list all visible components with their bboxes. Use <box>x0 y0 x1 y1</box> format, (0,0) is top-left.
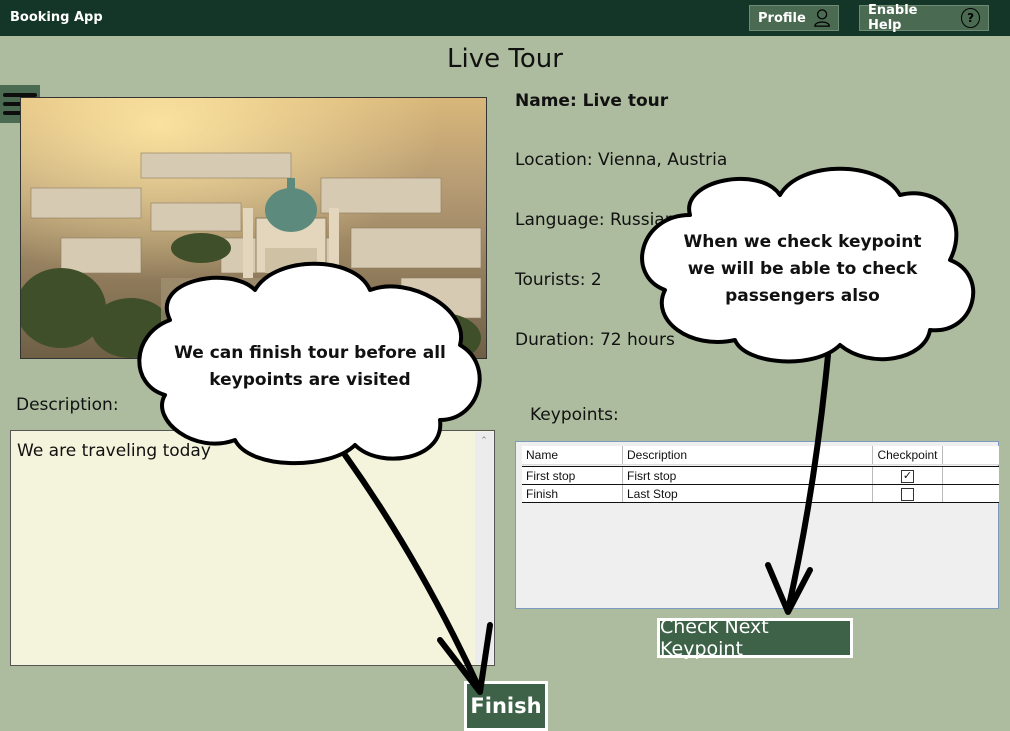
scroll-up-icon[interactable]: ⌃ <box>475 436 493 446</box>
tour-language: Language: Russian <box>515 210 676 230</box>
left-annotation-text: We can finish tour before all keypoints … <box>174 343 446 390</box>
keypoints-table: Name Description Checkpoint First stop F… <box>515 441 999 609</box>
column-header-name[interactable]: Name <box>522 446 623 464</box>
description-scrollbar[interactable]: ⌃ ⌄ <box>475 432 493 664</box>
keypoint-description: Fisrt stop <box>623 467 873 484</box>
user-icon <box>814 9 830 27</box>
table-header: Name Description Checkpoint <box>522 446 999 465</box>
keypoint-description: Last Stop <box>623 485 873 502</box>
app-title: Booking App <box>10 10 103 25</box>
tour-duration: Duration: 72 hours <box>515 330 675 350</box>
right-annotation-text: When we check keypoint we will be able t… <box>683 232 922 306</box>
column-header-checkpoint[interactable]: Checkpoint <box>873 446 943 464</box>
keypoint-name: Finish <box>522 485 623 502</box>
description-textarea[interactable]: We are traveling today ⌃ ⌄ <box>10 430 495 666</box>
page-title: Live Tour <box>447 44 563 74</box>
description-label: Description: <box>16 395 119 415</box>
keypoints-label: Keypoints: <box>530 405 619 425</box>
description-text: We are traveling today <box>17 441 211 461</box>
keypoint-name: First stop <box>522 467 623 484</box>
profile-button[interactable]: Profile <box>749 5 839 31</box>
table-row[interactable]: First stop Fisrt stop ✓ <box>522 466 999 485</box>
tour-tourists: Tourists: 2 <box>515 270 602 290</box>
profile-label: Profile <box>758 10 806 26</box>
enable-help-label: Enable Help <box>868 3 918 33</box>
tour-photo <box>20 97 487 359</box>
checkpoint-checkbox[interactable] <box>901 488 914 502</box>
tour-name: Name: Live tour <box>515 91 669 111</box>
finish-button[interactable]: Finish <box>464 681 548 731</box>
checkpoint-checkbox[interactable]: ✓ <box>901 470 914 484</box>
table-row[interactable]: Finish Last Stop <box>522 484 999 503</box>
scroll-down-icon[interactable]: ⌄ <box>475 650 493 660</box>
check-next-keypoint-button[interactable]: Check Next Keypoint <box>657 616 853 660</box>
title-bar: Booking App Profile Enable Help ? <box>0 0 1010 36</box>
tour-location: Location: Vienna, Austria <box>515 150 728 170</box>
column-header-description[interactable]: Description <box>623 446 873 464</box>
enable-help-button[interactable]: Enable Help ? <box>859 3 989 33</box>
help-icon: ? <box>961 8 980 28</box>
